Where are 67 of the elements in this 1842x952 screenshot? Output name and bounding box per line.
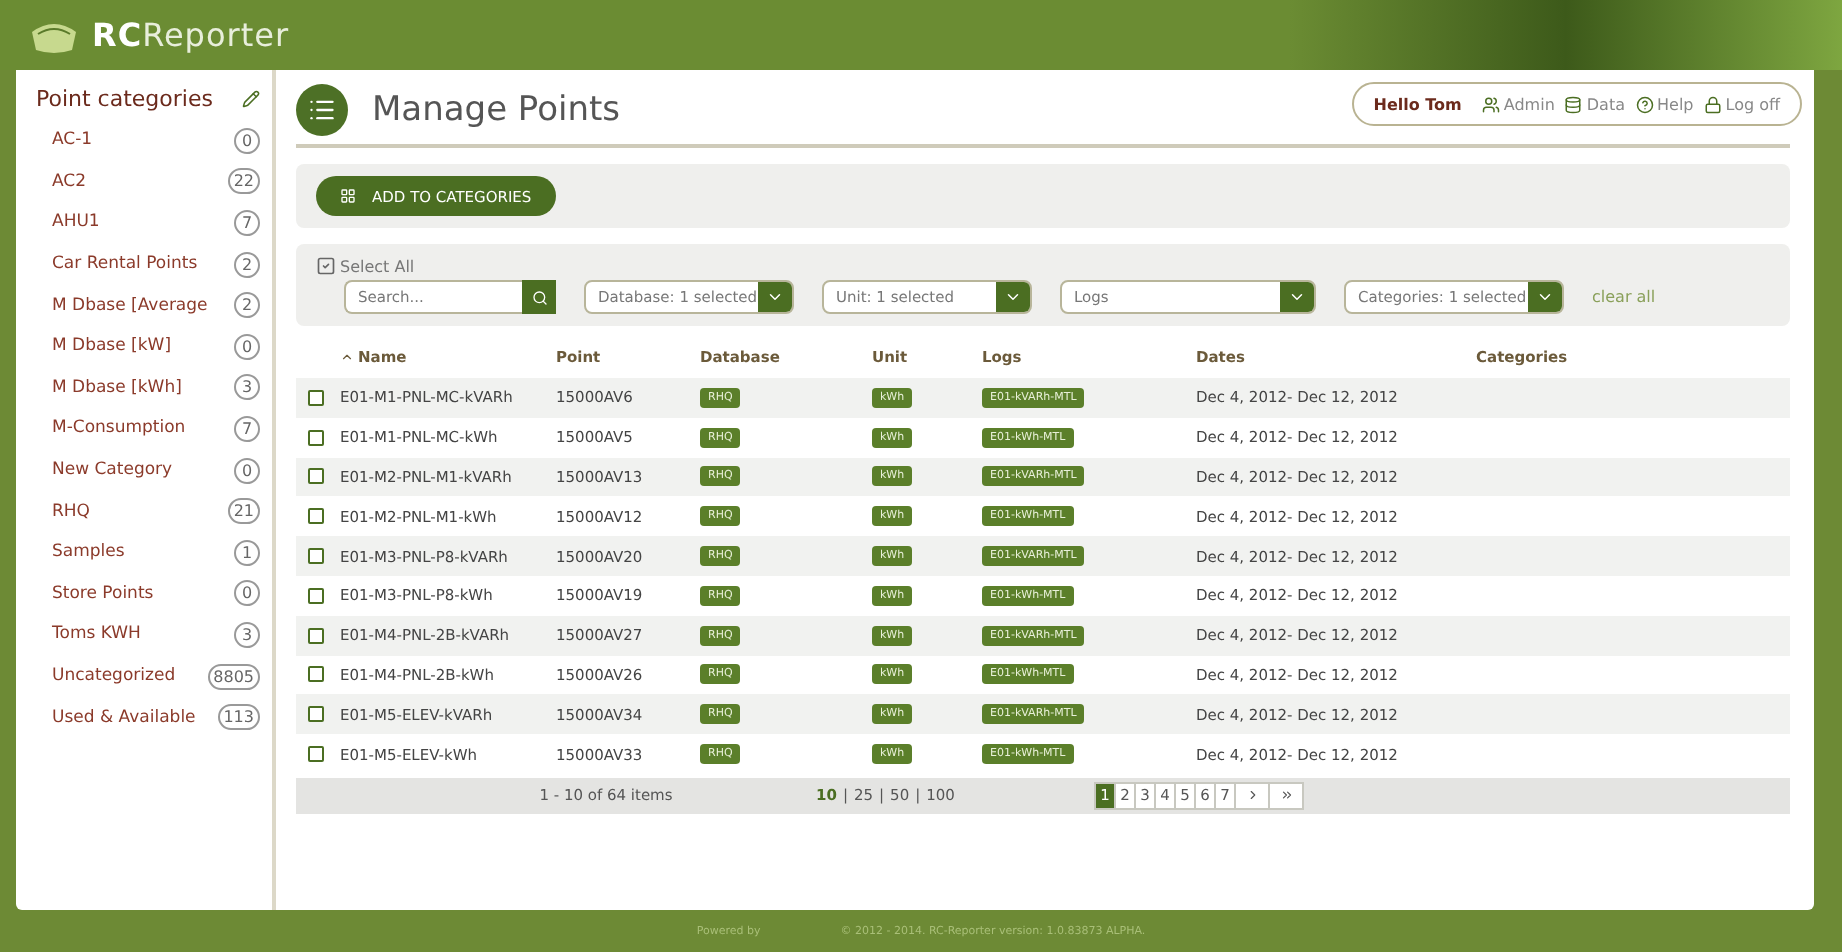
row-checkbox[interactable] xyxy=(308,389,324,406)
category-item[interactable]: M Dbase [Average 2 xyxy=(36,284,260,326)
list-icon xyxy=(296,84,348,136)
category-item[interactable]: New Category 0 xyxy=(36,449,260,491)
category-item[interactable]: M Dbase [kWh] 3 xyxy=(36,367,260,409)
checkbox-icon[interactable] xyxy=(316,256,336,276)
last-icon xyxy=(1279,788,1293,803)
app-logo: RCReporter xyxy=(92,16,290,54)
row-checkbox[interactable] xyxy=(308,666,324,683)
user-link[interactable]: Help xyxy=(1635,95,1694,113)
category-item[interactable]: AC-1 0 xyxy=(36,120,260,162)
chevron-down-icon xyxy=(1004,288,1022,306)
row-checkbox[interactable] xyxy=(308,706,324,723)
user-link[interactable]: Data xyxy=(1564,95,1625,113)
row-checkbox[interactable] xyxy=(308,548,324,565)
row-checkbox[interactable] xyxy=(308,627,324,644)
user-link[interactable]: Log off xyxy=(1703,95,1780,113)
search-icon xyxy=(531,289,547,305)
sidebar-title: Point categories xyxy=(36,86,213,112)
select-all-label[interactable]: Select All xyxy=(340,257,415,275)
row-checkbox[interactable] xyxy=(308,508,324,525)
row-checkbox[interactable] xyxy=(308,587,324,604)
page-title: Manage Points xyxy=(372,90,622,130)
category-item[interactable]: AHU1 7 xyxy=(36,202,260,244)
count-badge: 0 xyxy=(234,580,260,607)
category-item[interactable]: M Dbase [kW] 0 xyxy=(36,325,260,368)
chevron-down-icon xyxy=(1288,288,1306,306)
database-icon xyxy=(1564,95,1583,113)
count-badge: 0 xyxy=(234,127,260,154)
sort-icon xyxy=(340,349,354,363)
chevron-down-icon xyxy=(766,288,784,306)
grid-icon xyxy=(340,188,356,204)
count-badge: 3 xyxy=(234,374,260,401)
category-item[interactable]: Used & Available 113 xyxy=(36,696,260,738)
last-page-button[interactable] xyxy=(1268,781,1304,810)
count-badge: 2 xyxy=(234,292,260,319)
count-badge: 3 xyxy=(234,621,260,648)
category-item[interactable]: RHQ 21 xyxy=(36,490,260,532)
count-badge: 7 xyxy=(234,415,260,442)
count-badge: 113 xyxy=(217,704,260,731)
category-item[interactable]: Samples 1 xyxy=(36,531,260,574)
help-icon xyxy=(1635,95,1653,113)
count-badge: 8805 xyxy=(207,663,260,690)
count-badge: 0 xyxy=(234,457,260,484)
category-item[interactable]: Car Rental Points 2 xyxy=(36,243,260,285)
lock-icon xyxy=(1703,95,1722,113)
chevron-down-icon xyxy=(1536,288,1554,306)
count-badge: 1 xyxy=(234,539,260,566)
category-item[interactable]: Store Points 0 xyxy=(36,573,260,615)
search-button[interactable] xyxy=(522,280,556,314)
count-badge: 7 xyxy=(234,209,260,236)
row-checkbox[interactable] xyxy=(308,468,324,485)
count-badge: 22 xyxy=(227,168,260,195)
category-item[interactable]: Uncategorized 8805 xyxy=(36,655,260,697)
row-checkbox[interactable] xyxy=(308,746,324,763)
edit-icon[interactable] xyxy=(242,90,260,108)
category-item[interactable]: AC2 22 xyxy=(36,161,260,203)
users-icon xyxy=(1481,95,1500,113)
next-icon xyxy=(1245,788,1259,803)
count-badge: 0 xyxy=(234,333,260,360)
category-item[interactable]: M-Consumption 7 xyxy=(36,408,260,450)
count-badge: 2 xyxy=(234,251,260,278)
row-checkbox[interactable] xyxy=(308,429,324,446)
count-badge: 21 xyxy=(227,498,260,525)
category-item[interactable]: Toms KWH 3 xyxy=(36,614,260,656)
user-link[interactable]: Admin xyxy=(1481,95,1555,113)
greeting: Hello Tom xyxy=(1373,95,1462,113)
